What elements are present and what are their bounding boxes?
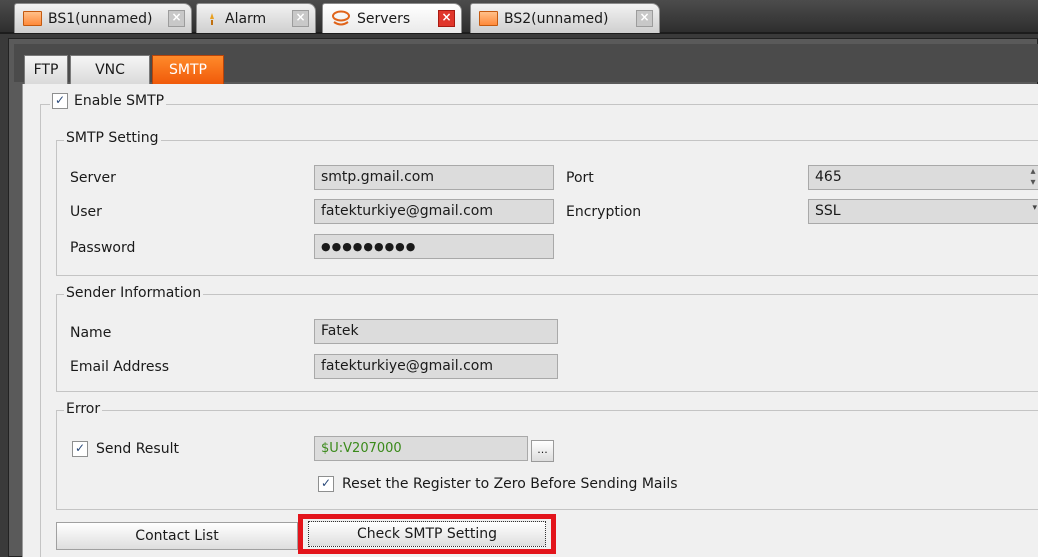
doc-tab-label: BS2(unnamed) xyxy=(504,10,609,27)
doc-tab-label: BS1(unnamed) xyxy=(48,10,153,27)
name-label: Name xyxy=(70,325,112,341)
port-field[interactable]: 465 ▴ ▾ xyxy=(808,165,1038,190)
name-field[interactable]: Fatek xyxy=(314,319,558,344)
port-label: Port xyxy=(566,170,594,186)
encryption-value: SSL xyxy=(815,203,841,219)
enable-smtp-row: ✓ Enable SMTP xyxy=(50,93,167,109)
dropdown-arrow-icon[interactable]: ▾ xyxy=(1032,203,1037,213)
browse-button[interactable]: ... xyxy=(531,440,554,462)
close-icon[interactable]: × xyxy=(636,10,653,27)
server-label: Server xyxy=(70,170,116,186)
send-result-checkbox[interactable]: ✓ xyxy=(72,441,88,457)
contact-list-button[interactable]: Contact List xyxy=(56,522,298,550)
doc-tab-servers[interactable]: Servers × xyxy=(322,3,462,33)
password-label: Password xyxy=(70,240,136,256)
error-title: Error xyxy=(64,401,103,417)
check-smtp-setting-button[interactable]: Check SMTP Setting xyxy=(308,521,546,547)
close-icon[interactable]: × xyxy=(438,10,455,27)
doc-tab-label: Alarm xyxy=(225,10,267,27)
send-result-row: ✓ Send Result xyxy=(72,441,179,457)
server-field[interactable]: smtp.gmail.com xyxy=(314,165,554,190)
reset-register-label: Reset the Register to Zero Before Sendin… xyxy=(342,476,678,492)
encryption-select[interactable]: SSL ▾ xyxy=(808,199,1038,224)
doc-tab-bs1[interactable]: BS1(unnamed) × xyxy=(14,3,192,33)
user-field[interactable]: fatekturkiye@gmail.com xyxy=(314,199,554,224)
send-result-label: Send Result xyxy=(96,441,179,457)
close-icon[interactable]: × xyxy=(292,10,309,27)
encryption-label: Encryption xyxy=(566,204,642,220)
spinner-arrows-icon[interactable]: ▴ ▾ xyxy=(1027,166,1038,189)
doc-tab-alarm[interactable]: Alarm × xyxy=(196,3,316,33)
enable-smtp-label: Enable SMTP xyxy=(74,93,165,109)
doc-tab-label: Servers xyxy=(357,10,411,27)
email-address-label: Email Address xyxy=(70,359,170,375)
user-label: User xyxy=(70,204,102,220)
sender-info-title: Sender Information xyxy=(64,285,204,301)
email-address-field[interactable]: fatekturkiye@gmail.com xyxy=(314,354,558,379)
close-icon[interactable]: × xyxy=(168,10,185,27)
port-value: 465 xyxy=(815,169,842,185)
window-icon xyxy=(479,11,498,26)
enable-smtp-checkbox[interactable]: ✓ xyxy=(52,93,68,109)
register-field[interactable]: $U:V207000 xyxy=(314,436,528,461)
doc-tab-bs2[interactable]: BS2(unnamed) × xyxy=(470,3,660,33)
smtp-setting-title: SMTP Setting xyxy=(64,130,161,146)
tab-vnc[interactable]: VNC xyxy=(70,55,150,84)
tab-ftp[interactable]: FTP xyxy=(24,55,68,84)
reset-register-checkbox[interactable]: ✓ xyxy=(318,476,334,492)
alarm-icon xyxy=(210,12,214,25)
server-icon xyxy=(332,10,350,25)
reset-register-row: ✓ Reset the Register to Zero Before Send… xyxy=(318,476,678,492)
password-field[interactable]: ●●●●●●●●● xyxy=(314,234,554,259)
window-icon xyxy=(23,11,42,26)
tab-smtp[interactable]: SMTP xyxy=(152,55,224,84)
